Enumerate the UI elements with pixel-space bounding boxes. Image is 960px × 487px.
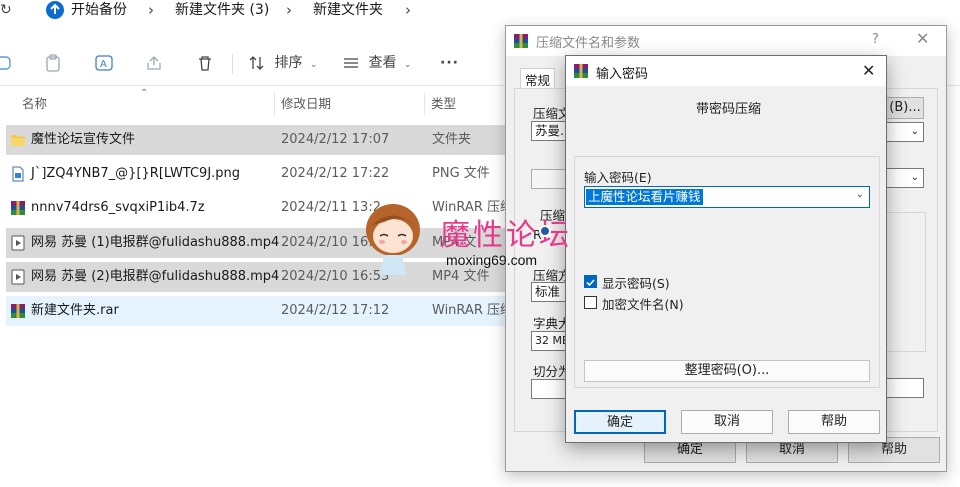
password-dialog: 输入密码 ✕ 带密码压缩 输入密码(E) 上魔性论坛看片赚钱 ⌄ 显示密码(S)…	[565, 55, 887, 443]
file-type: PNG 文件	[432, 166, 490, 181]
file-type: 文件夹	[432, 132, 472, 147]
watermark-brand: 魔性论坛	[440, 218, 572, 253]
backup-cloud-icon	[46, 1, 64, 19]
record-dot-icon	[539, 225, 551, 237]
close-icon[interactable]: ✕	[862, 61, 875, 80]
compression-method-value: 标准	[535, 284, 561, 299]
file-name: 魔性论坛宣传文件	[31, 132, 136, 147]
file-name: 网易 苏曼 (2)电报群@fulidashu888.mp4	[31, 269, 280, 284]
breadcrumb-current-folder[interactable]: 新建文件夹	[313, 0, 383, 20]
breadcrumb-folder-3[interactable]: 新建文件夹 (3)	[175, 0, 269, 20]
rename-text-icon[interactable]: A	[94, 51, 114, 75]
organize-passwords-button[interactable]: 整理密码(O)...	[584, 360, 870, 382]
breadcrumb-separator-icon[interactable]: ›	[148, 0, 154, 20]
sort-label: 排序	[274, 55, 303, 71]
help-button[interactable]: 帮助	[788, 410, 880, 434]
mascot-girl-icon	[366, 204, 420, 275]
file-name: 网易 苏曼 (1)电报群@fulidashu888.mp4	[31, 235, 280, 250]
archive-name-value: 苏曼.r	[535, 123, 570, 138]
video-file-icon	[10, 235, 26, 251]
file-name: nnnv74drs6_svqxiP1ib4.7z	[31, 200, 205, 215]
toolbar-divider	[232, 54, 233, 74]
more-options-button[interactable]: ···	[440, 51, 459, 75]
sort-button[interactable]: 排序 ⌄	[248, 51, 317, 75]
column-type[interactable]: 类型	[431, 90, 456, 118]
dialog-titlebar: 压缩文件名和参数 ? ✕	[506, 26, 946, 56]
file-date: 2024/2/10 16:	[281, 235, 373, 250]
file-date: 2024/2/12 17:07	[281, 132, 390, 147]
chevron-down-icon: ⌄	[309, 60, 318, 70]
paste-icon[interactable]	[44, 51, 62, 75]
browse-button[interactable]: (B)...	[886, 97, 924, 119]
file-type: WinRAR 压缩	[432, 303, 513, 318]
watermark: 魔性论坛 moxing69.com	[360, 200, 600, 280]
close-icon[interactable]: ✕	[916, 29, 929, 48]
sort-ascending-icon: ⌃	[140, 88, 149, 99]
password-value: 上魔性论坛看片赚钱	[586, 189, 703, 205]
winrar-icon	[513, 33, 529, 52]
watermark-site: moxing69.com	[446, 252, 538, 268]
rename-icon[interactable]	[0, 51, 16, 75]
view-label: 查看	[368, 55, 397, 71]
chevron-down-icon[interactable]: ⌄	[886, 122, 924, 142]
svg-text:A: A	[100, 59, 107, 70]
delete-icon[interactable]	[196, 51, 214, 75]
encrypt-filenames-label[interactable]: 加密文件名(N)	[602, 294, 684, 313]
split-unit-select[interactable]	[886, 378, 924, 398]
help-icon[interactable]: ?	[872, 32, 879, 47]
breadcrumb-backup[interactable]: 开始备份	[71, 0, 127, 20]
chevron-down-icon[interactable]: ⌄	[886, 168, 924, 188]
folder-icon	[10, 132, 26, 148]
dialog-subtitle: 带密码压缩	[696, 102, 762, 117]
share-icon[interactable]	[145, 51, 163, 75]
chevron-down-icon[interactable]: ⌄	[856, 189, 864, 200]
file-name: J`]ZQ4YNB7_@}[}R[LWTC9J.png	[31, 166, 241, 181]
video-file-icon	[10, 269, 26, 285]
file-date: 2024/2/12 17:22	[281, 166, 390, 181]
cancel-button[interactable]: 取消	[681, 410, 773, 434]
file-name: 新建文件夹.rar	[31, 303, 119, 318]
show-password-label[interactable]: 显示密码(S)	[602, 273, 670, 292]
dialog-title: 输入密码	[596, 67, 649, 82]
column-name[interactable]: 名称	[22, 90, 47, 118]
password-input[interactable]: 上魔性论坛看片赚钱 ⌄	[584, 186, 870, 208]
file-date: 2024/2/12 17:12	[281, 303, 390, 318]
refresh-icon[interactable]: ↻	[0, 0, 12, 20]
winrar-icon	[10, 303, 26, 319]
column-date[interactable]: 修改日期	[281, 90, 331, 118]
enter-password-label: 输入密码(E)	[584, 170, 652, 185]
chevron-down-icon: ⌄	[403, 60, 412, 70]
winrar-icon	[10, 200, 26, 216]
breadcrumb-separator-icon[interactable]: ›	[286, 0, 292, 20]
ok-button[interactable]: 确定	[574, 410, 666, 434]
dialog-titlebar: 输入密码 ✕	[566, 56, 886, 86]
encrypt-filenames-checkbox[interactable]	[584, 296, 597, 309]
column-divider[interactable]	[274, 93, 275, 115]
view-button[interactable]: 查看 ⌄	[342, 51, 411, 75]
breadcrumb-separator-icon[interactable]: ›	[405, 0, 411, 20]
column-divider[interactable]	[424, 93, 425, 115]
winrar-icon	[573, 63, 589, 82]
tab-general[interactable]: 常规	[520, 68, 556, 90]
png-file-icon	[10, 166, 26, 182]
dialog-title: 压缩文件名和参数	[536, 36, 641, 51]
